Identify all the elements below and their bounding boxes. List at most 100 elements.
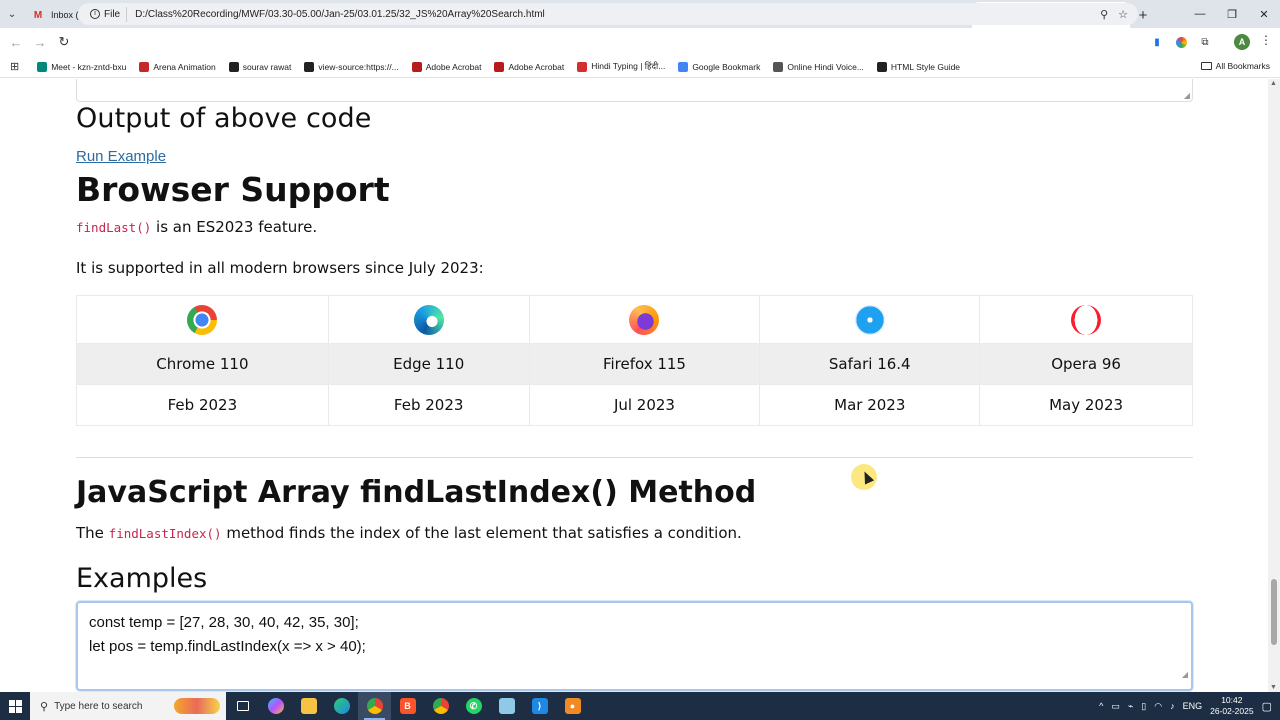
- bookmark-favicon-icon: [773, 61, 784, 72]
- bookmark-favicon-icon: [494, 61, 505, 72]
- zoom-icon[interactable]: ⚲: [1100, 8, 1108, 21]
- method-post: method finds the index of the last eleme…: [221, 524, 742, 542]
- browser-icon-cell: [979, 295, 1193, 344]
- resize-grip-icon[interactable]: ◢: [1182, 663, 1188, 687]
- bookmark-item[interactable]: view-source:https://...: [304, 61, 399, 72]
- close-window-button[interactable]: ✕: [1248, 0, 1280, 28]
- browser-name-cell: Opera 96: [979, 343, 1193, 385]
- method-pre: The: [76, 524, 109, 542]
- bookmark-item[interactable]: HTML Style Guide: [876, 61, 960, 72]
- browser-menu-icon[interactable]: ⋮: [1260, 33, 1272, 47]
- code-line: const temp = [27, 28, 30, 40, 42, 35, 30…: [89, 614, 359, 631]
- brave-icon: B: [399, 698, 416, 714]
- address-bar[interactable]: i File D:/Class%20Recording/MWF/03.30-05…: [78, 3, 1138, 25]
- bookmark-favicon-icon: [577, 61, 588, 72]
- opera-icon: [1071, 304, 1102, 335]
- method-heading: JavaScript Array findLastIndex() Method: [76, 475, 757, 510]
- resize-grip-icon[interactable]: ◢: [1184, 91, 1190, 100]
- url-text[interactable]: D:/Class%20Recording/MWF/03.30-05.00/Jan…: [135, 9, 1100, 20]
- apps-grid-icon[interactable]: ⊞: [10, 60, 19, 73]
- bookmark-item[interactable]: Meet - kzn-zntd-bxu: [37, 61, 127, 72]
- bookmark-item[interactable]: Adobe Acrobat: [411, 61, 481, 72]
- extension-color-icon[interactable]: [1172, 33, 1190, 51]
- edge-icon: [333, 698, 350, 714]
- browser-date-cell: Jul 2023: [528, 384, 761, 426]
- bookmark-star-icon[interactable]: ☆: [1118, 8, 1128, 21]
- inline-code-findlast: findLast(): [76, 220, 152, 235]
- site-info-chip[interactable]: i File: [84, 6, 128, 22]
- notifications-icon[interactable]: ▢: [1262, 700, 1272, 713]
- taskbar-search-box[interactable]: ⚲ Type here to search: [30, 692, 226, 720]
- taskbar-chrome[interactable]: [358, 692, 391, 720]
- bookmark-favicon-icon: [228, 61, 239, 72]
- tab-search-button[interactable]: ⌄: [0, 0, 24, 28]
- back-button[interactable]: ←: [4, 30, 28, 54]
- bookmark-item[interactable]: Hindi Typing | हिंदी...: [577, 61, 665, 72]
- taskbar-recorder[interactable]: ●: [556, 692, 589, 720]
- bookmark-label: Meet - kzn-zntd-bxu: [51, 61, 127, 72]
- browser-name-cell: Firefox 115: [528, 343, 761, 385]
- chrome-icon: [366, 698, 383, 714]
- gmail-icon: M: [33, 9, 43, 21]
- browser-icon-cell: [759, 295, 981, 344]
- taskbar-notepad[interactable]: [490, 692, 523, 720]
- usb-icon[interactable]: ⌁: [1128, 701, 1133, 712]
- profile-avatar[interactable]: A: [1234, 34, 1250, 50]
- restore-button[interactable]: ❐: [1216, 0, 1248, 28]
- taskbar-edge[interactable]: [325, 692, 358, 720]
- forward-button[interactable]: →: [28, 30, 52, 54]
- scroll-up-icon[interactable]: ▲: [1270, 80, 1277, 87]
- taskbar-copilot[interactable]: [259, 692, 292, 720]
- network-icon[interactable]: ▭: [1111, 701, 1120, 712]
- language-indicator[interactable]: ENG: [1183, 701, 1203, 711]
- browser-icon-cell: [76, 295, 329, 344]
- section-divider: [76, 457, 1193, 458]
- example-code-editor[interactable]: const temp = [27, 28, 30, 40, 42, 35, 30…: [76, 601, 1193, 691]
- browser-support-table: Chrome 110 Edge 110 Firefox 115 Safari 16.4…: [76, 295, 1193, 426]
- chrome-icon: [432, 698, 449, 714]
- bookmark-favicon-icon: [411, 61, 422, 72]
- taskbar-chrome-profile[interactable]: [424, 692, 457, 720]
- taskbar-whatsapp[interactable]: ✆: [457, 692, 490, 720]
- bookmark-item[interactable]: Adobe Acrobat: [494, 61, 564, 72]
- tray-overflow-icon[interactable]: ^: [1099, 701, 1103, 711]
- taskbar-file-explorer[interactable]: [292, 692, 325, 720]
- bookmark-label: Hindi Typing | हिंदी...: [591, 61, 666, 71]
- extensions-puzzle-icon[interactable]: ⧉: [1196, 33, 1214, 51]
- wifi-icon[interactable]: ◠: [1154, 701, 1162, 712]
- reload-button[interactable]: ↻: [52, 30, 76, 54]
- all-bookmarks-button[interactable]: All Bookmarks: [1200, 61, 1270, 71]
- previous-code-box[interactable]: ◢: [76, 79, 1193, 102]
- bookmark-favicon-icon: [304, 61, 315, 72]
- volume-icon[interactable]: ♪: [1170, 701, 1175, 711]
- scroll-down-icon[interactable]: ▼: [1270, 684, 1277, 691]
- minimize-button[interactable]: —: [1184, 0, 1216, 28]
- battery-icon[interactable]: ▯: [1141, 701, 1146, 712]
- all-bookmarks-label: All Bookmarks: [1215, 61, 1270, 71]
- bookmark-item[interactable]: Google Bookmark: [678, 61, 760, 72]
- bookmark-item[interactable]: sourav rawat: [228, 61, 291, 72]
- edge-icon: [413, 304, 444, 335]
- scroll-thumb[interactable]: [1271, 579, 1277, 645]
- bookmark-item[interactable]: Online Hindi Voice...: [773, 61, 864, 72]
- bookmark-label: Online Hindi Voice...: [787, 61, 864, 72]
- chrome-icon: [187, 304, 218, 335]
- clock-time: 10:42: [1221, 695, 1243, 705]
- task-view-button[interactable]: [226, 692, 259, 720]
- clock-date: 26-02-2025: [1210, 706, 1254, 716]
- browser-date-cell: May 2023: [979, 384, 1193, 426]
- run-example-link[interactable]: Run Example: [76, 148, 166, 165]
- feature-paragraph: findLast() is an ES2023 feature.: [76, 218, 317, 236]
- bookmark-item[interactable]: Arena Animation: [139, 61, 216, 72]
- windows-start-button[interactable]: [0, 692, 30, 720]
- taskbar-brave[interactable]: B: [391, 692, 424, 720]
- clock[interactable]: 10:42 26-02-2025: [1210, 695, 1253, 717]
- page-scrollbar[interactable]: ▲ ▼: [1268, 79, 1280, 692]
- browser-name-cell: Chrome 110: [76, 343, 329, 385]
- whatsapp-icon: ✆: [465, 698, 482, 714]
- bookmarks-bar: ⊞ Meet - kzn-zntd-bxu Arena Animation sour…: [0, 56, 1280, 78]
- firefox-icon: [629, 304, 660, 335]
- browser-date-cell: Feb 2023: [76, 384, 329, 426]
- extension-doc-icon[interactable]: ▮: [1148, 33, 1166, 51]
- taskbar-vscode[interactable]: ⟩: [523, 692, 556, 720]
